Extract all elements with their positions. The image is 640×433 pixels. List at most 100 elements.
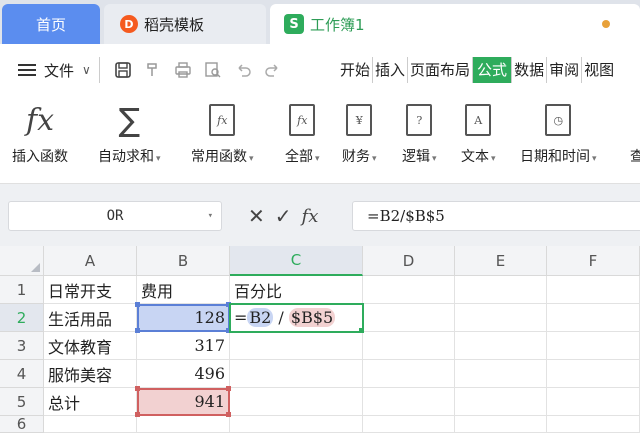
cell-b1[interactable]: 费用 bbox=[137, 276, 230, 304]
datetime-label: 日期和时间 bbox=[520, 149, 590, 165]
cell-a6[interactable] bbox=[44, 416, 137, 433]
formula-eq: = bbox=[234, 308, 248, 327]
tab-document[interactable]: S 工作簿1 bbox=[270, 4, 640, 44]
finance-button[interactable]: ¥ 财务 ▾ bbox=[342, 100, 377, 166]
hamburger-icon bbox=[18, 64, 36, 76]
tab-start[interactable]: 开始 bbox=[338, 57, 374, 83]
autosum-label: 自动求和 bbox=[98, 149, 154, 165]
unsaved-dot-icon bbox=[602, 20, 610, 28]
cell-a5[interactable]: 总计 bbox=[44, 388, 137, 416]
cell-c6[interactable] bbox=[230, 416, 363, 433]
formula-input[interactable]: =B2/$B$5 bbox=[352, 201, 640, 231]
redo-icon[interactable] bbox=[264, 61, 282, 79]
cell-e2[interactable] bbox=[455, 304, 547, 332]
format-painter-icon[interactable] bbox=[144, 61, 162, 79]
cell-c4[interactable] bbox=[230, 360, 363, 388]
column-header-c[interactable]: C bbox=[230, 246, 363, 276]
ref-handle[interactable] bbox=[135, 328, 140, 333]
ref-handle[interactable] bbox=[135, 412, 140, 417]
logic-button[interactable]: ? 逻辑 ▾ bbox=[402, 100, 437, 166]
all-functions-button[interactable]: fx 全部 ▾ bbox=[285, 100, 320, 166]
cell-d3[interactable] bbox=[363, 332, 455, 360]
column-header-a[interactable]: A bbox=[44, 246, 137, 276]
cell-a4[interactable]: 服饰美容 bbox=[44, 360, 137, 388]
row-header-2[interactable]: 2 bbox=[0, 304, 44, 332]
datetime-button[interactable]: ◷ 日期和时间 ▾ bbox=[520, 100, 597, 166]
cell-e5[interactable] bbox=[455, 388, 547, 416]
cell-f2[interactable] bbox=[547, 304, 640, 332]
caret-down-icon: ▾ bbox=[156, 154, 161, 164]
column-header-b[interactable]: B bbox=[137, 246, 230, 276]
tab-formulas[interactable]: 公式 bbox=[473, 57, 513, 83]
cell-b2[interactable]: 128 bbox=[137, 304, 230, 332]
cell-a3[interactable]: 文体教育 bbox=[44, 332, 137, 360]
common-functions-button[interactable]: fx 常用函数 ▾ bbox=[191, 100, 254, 166]
caret-down-icon: ▾ bbox=[315, 154, 320, 164]
cell-b6[interactable] bbox=[137, 416, 230, 433]
cell-e4[interactable] bbox=[455, 360, 547, 388]
cell-c1[interactable]: 百分比 bbox=[230, 276, 363, 304]
row-header-3[interactable]: 3 bbox=[0, 332, 44, 360]
cell-e1[interactable] bbox=[455, 276, 547, 304]
tab-insert[interactable]: 插入 bbox=[373, 57, 409, 83]
lookup-button[interactable]: 查 bbox=[630, 100, 640, 166]
cell-d5[interactable] bbox=[363, 388, 455, 416]
print-icon[interactable] bbox=[174, 61, 192, 79]
cell-f1[interactable] bbox=[547, 276, 640, 304]
cell-f5[interactable] bbox=[547, 388, 640, 416]
undo-icon[interactable] bbox=[234, 61, 252, 79]
lookup-label: 查 bbox=[630, 149, 640, 165]
cell-e3[interactable] bbox=[455, 332, 547, 360]
tab-page-layout[interactable]: 页面布局 bbox=[408, 57, 474, 83]
all-label: 全部 bbox=[285, 149, 313, 165]
cell-d1[interactable] bbox=[363, 276, 455, 304]
ref-handle[interactable] bbox=[135, 302, 140, 307]
select-all-corner[interactable] bbox=[0, 246, 44, 276]
fill-handle[interactable] bbox=[359, 328, 364, 333]
cell-c2-editing[interactable]: = B2 / $B$5 bbox=[229, 303, 364, 333]
cell-f6[interactable] bbox=[547, 416, 640, 433]
cell-a2[interactable]: 生活用品 bbox=[44, 304, 137, 332]
column-header-d[interactable]: D bbox=[363, 246, 455, 276]
cell-c3[interactable] bbox=[230, 332, 363, 360]
ref-handle[interactable] bbox=[135, 386, 140, 391]
row-header-4[interactable]: 4 bbox=[0, 360, 44, 388]
tab-template[interactable]: D 稻壳模板 bbox=[104, 4, 266, 44]
text-button[interactable]: A 文本 ▾ bbox=[461, 100, 496, 166]
cell-f4[interactable] bbox=[547, 360, 640, 388]
fx-icon[interactable]: fx bbox=[302, 206, 319, 227]
insert-function-button[interactable]: fx 插入函数 bbox=[12, 100, 68, 166]
column-header-f[interactable]: F bbox=[547, 246, 640, 276]
cell-d4[interactable] bbox=[363, 360, 455, 388]
logic-label: 逻辑 bbox=[402, 149, 430, 165]
tab-data[interactable]: 数据 bbox=[512, 57, 548, 83]
tab-home[interactable]: 首页 bbox=[2, 4, 100, 44]
cell-f3[interactable] bbox=[547, 332, 640, 360]
cell-b5[interactable]: 941 bbox=[137, 388, 230, 416]
row-header-1[interactable]: 1 bbox=[0, 276, 44, 304]
print-preview-icon[interactable] bbox=[204, 61, 222, 79]
text-label: 文本 bbox=[461, 149, 489, 165]
cell-b4[interactable]: 496 bbox=[137, 360, 230, 388]
file-menu-button[interactable]: 文件 ∨ bbox=[18, 60, 91, 81]
name-box[interactable]: OR ▾ bbox=[8, 201, 222, 231]
tab-review[interactable]: 审阅 bbox=[547, 57, 583, 83]
cell-d2[interactable] bbox=[363, 304, 455, 332]
tab-view[interactable]: 视图 bbox=[582, 57, 616, 83]
cell-d6[interactable] bbox=[363, 416, 455, 433]
cell-b3[interactable]: 317 bbox=[137, 332, 230, 360]
ref-handle[interactable] bbox=[226, 412, 231, 417]
ref-handle[interactable] bbox=[226, 386, 231, 391]
file-menu-label: 文件 bbox=[44, 61, 75, 80]
cell-e6[interactable] bbox=[455, 416, 547, 433]
autosum-button[interactable]: ∑ 自动求和 ▾ bbox=[98, 100, 161, 166]
save-icon[interactable] bbox=[114, 61, 132, 79]
cell-a1[interactable]: 日常开支 bbox=[44, 276, 137, 304]
cancel-icon[interactable]: ✕ bbox=[248, 204, 265, 228]
cell-c5[interactable] bbox=[230, 388, 363, 416]
column-header-e[interactable]: E bbox=[455, 246, 547, 276]
confirm-icon[interactable]: ✓ bbox=[275, 204, 292, 228]
row-header-5[interactable]: 5 bbox=[0, 388, 44, 416]
row-header-6[interactable]: 6 bbox=[0, 415, 44, 433]
tab-document-label: 工作簿1 bbox=[310, 15, 365, 34]
